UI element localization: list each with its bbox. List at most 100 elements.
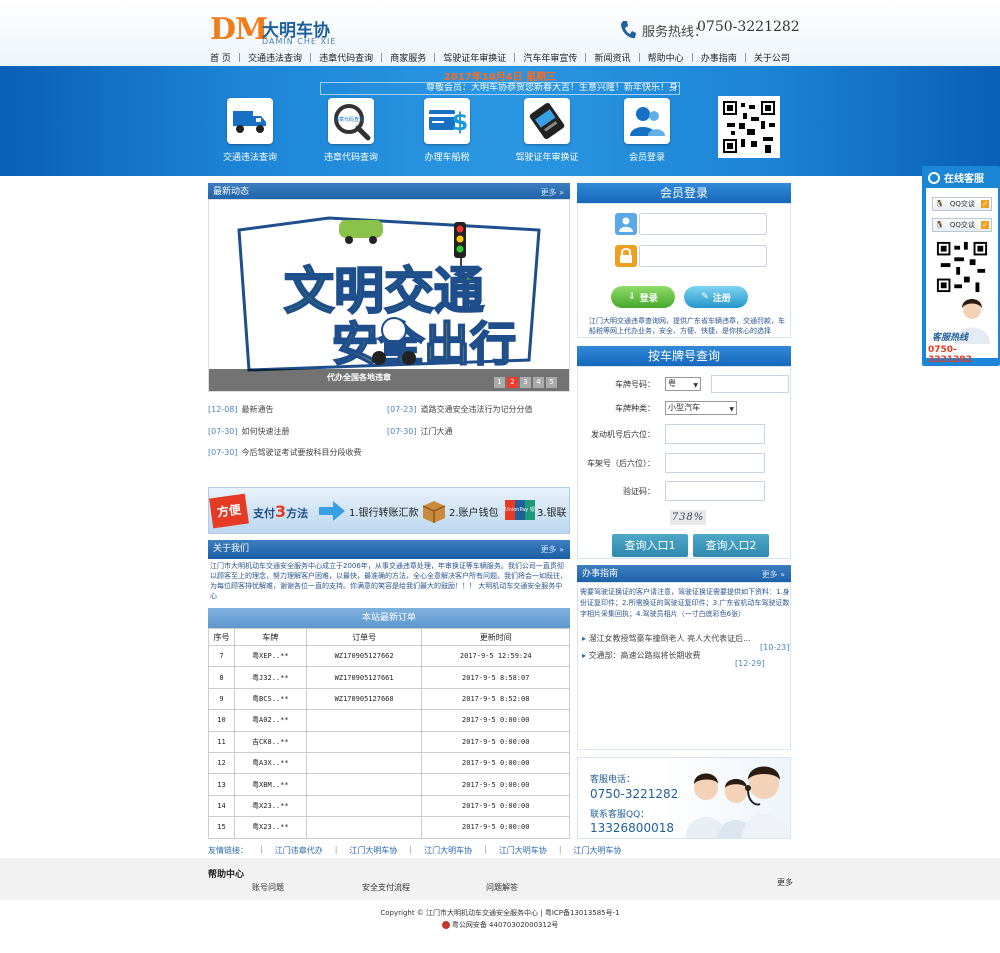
slide-caption: 代办全国各地违章 [327, 373, 391, 382]
password-row [615, 245, 767, 267]
cell-order-no [305, 751, 423, 775]
footer: Copyright © 江门市大明机动车交通安全服务中心 | 粤ICP备1301… [0, 908, 1000, 930]
news-item[interactable]: [07-23] 道路交通安全违法行为记分分值 [387, 404, 533, 415]
query-entry-1-button[interactable]: 查询入口1 [612, 534, 688, 557]
logo-mark[interactable]: DM [210, 12, 268, 47]
help-item-account[interactable]: 账号问题 [252, 882, 284, 893]
guide-panel-title: 办事指南 [582, 569, 619, 579]
about-panel-header: 关于我们 更多 » [208, 540, 570, 559]
captcha-row: 验证码： [575, 481, 765, 501]
vin-input[interactable] [665, 453, 765, 473]
login-panel-header: 会员登录 [577, 183, 791, 203]
service-member-login[interactable]: 会员登录 [609, 98, 685, 163]
cs-qq-label: 联系客服QQ： [590, 810, 650, 820]
qq-penguin-icon: 🐧 [935, 221, 944, 229]
cell-order-no [305, 794, 423, 818]
friend-link[interactable]: 江门大明车协 [499, 845, 547, 856]
nav-divider [514, 53, 516, 62]
friend-link[interactable]: 江门大明车协 [424, 845, 472, 856]
nav-merchant[interactable]: 商家服务 [388, 51, 428, 64]
slide-dot[interactable]: 1 [494, 377, 505, 388]
cell-order-no: WZ170905127662 [305, 644, 423, 668]
cell-updated: 2017-9-5 0:00:00 [421, 709, 570, 732]
nav-news[interactable]: 新闻资讯 [593, 51, 633, 64]
service-violation-query[interactable]: 交通违法查询 [212, 98, 288, 163]
nav-annual-inspection[interactable]: 汽车年审宣传 [521, 51, 579, 64]
vin-label: 车架号（后六位）： [587, 458, 655, 468]
qr-code [718, 96, 780, 158]
service-license-renewal[interactable]: 驾驶证年审换证 [509, 98, 585, 163]
about-more-link[interactable]: 更多 » [541, 540, 564, 559]
slide-dot-active[interactable]: 2 [507, 377, 518, 388]
news-slideshow[interactable]: 文明交通 安全出行 [208, 199, 570, 392]
link-divider: | [558, 845, 562, 854]
nav-license-renewal[interactable]: 驾驶证年审换证 [441, 51, 508, 64]
plate-type-row: 车牌种类： 小型汽车 [575, 401, 737, 416]
cell-order-no [305, 773, 423, 796]
friend-link[interactable]: 江门大明车协 [349, 845, 397, 856]
service-code-query[interactable]: 违章代码查询 违章代码查询 [313, 98, 389, 163]
nav-divider [638, 53, 640, 62]
col-header-order-no: 订单号 [305, 628, 423, 646]
payment-methods-banner: 方便 支付3方法 1.银行转账汇款 2.账户钱包 UnionPay 银联 3.银… [208, 487, 570, 534]
pay-method-unionpay: 3.银联 [537, 508, 567, 519]
news-item[interactable]: [12-08] 最新通告 [208, 404, 274, 415]
cell-updated: 2017-9-5 0:00:00 [421, 730, 570, 753]
plate-number-input[interactable] [711, 375, 789, 393]
help-item-faq[interactable]: 问题解答 [486, 882, 518, 893]
slide-dot[interactable]: 4 [533, 377, 544, 388]
register-button[interactable]: ✎ 注册 [684, 286, 748, 308]
plate-prefix-select[interactable]: 粤 [665, 377, 701, 392]
captcha-image[interactable]: 738% [670, 510, 706, 525]
cell-plate: 粤BCS..** [233, 687, 307, 711]
nav-help[interactable]: 帮助中心 [646, 51, 686, 64]
cell-plate: 粤X23..** [233, 794, 307, 818]
cell-updated: 2017-9-5 0:00:00 [421, 794, 570, 818]
nav-violation-query[interactable]: 交通违法查询 [246, 51, 304, 64]
news-item[interactable]: [07-30] 江门大通 [387, 426, 453, 437]
table-row: 8 粤J32..** WZ170905127661 2017-9-5 8:58:07 [208, 666, 570, 689]
plate-number-label: 车牌号码： [615, 379, 655, 389]
nav-code-query[interactable]: 违章代码查询 [317, 51, 375, 64]
slide-dot[interactable]: 3 [520, 377, 531, 388]
table-row: 11 吉CK8..** 2017-9-5 0:00:00 [208, 730, 570, 753]
login-button[interactable]: ⇩ 登录 [611, 286, 675, 308]
password-input[interactable] [639, 245, 767, 267]
hotline-number: 0750-3221282 [697, 19, 800, 35]
login-description: 江门大明交通违章查询网，提供广东省车辆违章，交通罚款，车船税等网上代办业务，安全… [589, 317, 785, 335]
orders-header-row: 序号 车牌 订单号 更新时间 [208, 628, 570, 646]
table-row: 7 粤XEP..** WZ170905127662 2017-9-5 12:59:24 [208, 644, 570, 668]
qq-chat-button[interactable]: 🐧 QQ交谈 ✓ [932, 218, 992, 232]
nav-about[interactable]: 关于公司 [752, 51, 792, 64]
guide-item[interactable]: ▸ 交通部：高速公路拟将长期收费 [582, 650, 701, 661]
service-vehicle-tax[interactable]: $ 办理车船税 [409, 98, 485, 163]
help-item-payment[interactable]: 安全支付流程 [362, 882, 410, 893]
captcha-input[interactable] [665, 481, 765, 501]
pay-method-wallet: 2.账户钱包 [449, 508, 499, 519]
cell-order-no: WZ170905127660 [305, 687, 423, 711]
wallet-box-icon [421, 498, 447, 527]
cell-index: 13 [208, 773, 235, 796]
service-label: 违章代码查询 [323, 153, 378, 163]
plate-number-row: 车牌号码： 粤 [575, 375, 789, 393]
friend-link[interactable]: 江门违章代办 [275, 845, 323, 856]
friend-link[interactable]: 江门大明车协 [574, 845, 622, 856]
nav-home[interactable]: 首 页 [208, 51, 233, 64]
username-input[interactable] [639, 213, 767, 235]
qq-chat-button[interactable]: 🐧 QQ交谈 ✓ [932, 197, 992, 211]
guide-item[interactable]: ▸ 溜江女教授驾豪车撞倒老人 亮人大代表证后... [582, 633, 751, 644]
cell-updated: 2017-9-5 0:00:00 [421, 751, 570, 775]
floating-service-header: 在线客服 [928, 170, 984, 185]
nav-guide[interactable]: 办事指南 [699, 51, 739, 64]
police-badge-icon [441, 921, 450, 929]
footer-police-record[interactable]: 粤公网安备 44070302000312号 [0, 920, 1000, 930]
arrow-icon [319, 500, 345, 525]
slide-dot[interactable]: 5 [546, 377, 557, 388]
query-entry-2-button[interactable]: 查询入口2 [693, 534, 769, 557]
news-item[interactable]: [07-30] 如何快速注册 [208, 426, 290, 437]
plate-type-select[interactable]: 小型汽车 [665, 401, 737, 416]
help-more-link[interactable]: 更多 [777, 877, 793, 888]
service-label: 交通违法查询 [222, 153, 277, 163]
news-item[interactable]: [07-30] 今后驾驶证考试要按科目分段收费 [208, 447, 362, 458]
engine-input[interactable] [665, 424, 765, 444]
